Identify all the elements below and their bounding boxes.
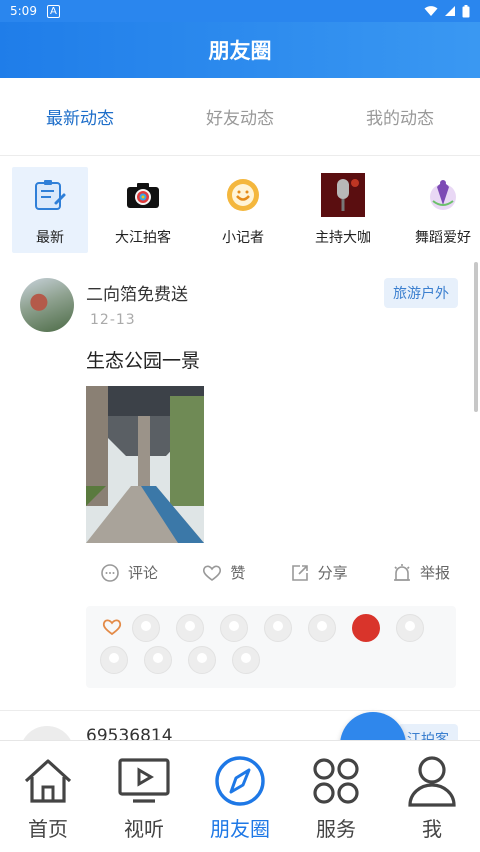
nav-moments[interactable]: 朋友圈 — [192, 741, 288, 852]
liker-avatar[interactable] — [308, 614, 336, 642]
tab-mine[interactable]: 我的动态 — [320, 78, 480, 155]
grid-icon — [308, 753, 364, 809]
app-bar: 朋友圈 — [0, 22, 480, 78]
post-author[interactable]: 二向箔免费送 — [86, 280, 188, 305]
category-dajiang-photographer[interactable]: 大江拍客 — [98, 167, 188, 253]
category-dance[interactable]: 舞蹈爱好 — [398, 167, 480, 253]
category-little-reporter[interactable]: 小记者 — [198, 167, 288, 253]
category-label: 主持大咖 — [315, 230, 371, 246]
signal-icon — [445, 6, 455, 16]
post-date: 12-13 — [90, 312, 136, 328]
smiley-badge-icon — [221, 173, 265, 217]
wifi-icon — [424, 6, 438, 16]
battery-icon — [462, 4, 470, 17]
liker-avatar[interactable] — [144, 646, 172, 674]
microphone-icon — [321, 173, 365, 217]
category-strip: 最新 大江拍客 小记者 主持大咖 舞蹈爱好 — [0, 157, 480, 261]
post-actions: 评论 赞 分享 举报 — [100, 562, 450, 583]
compass-icon — [212, 753, 268, 809]
status-icons — [424, 4, 470, 18]
category-host[interactable]: 主持大咖 — [298, 167, 388, 253]
bottom-nav: 首页 视听 朋友圈 服务 我 — [0, 740, 480, 852]
tab-friends[interactable]: 好友动态 — [160, 78, 320, 155]
like-button[interactable]: 赞 — [202, 562, 245, 583]
post-photo[interactable] — [86, 386, 204, 543]
nav-services[interactable]: 服务 — [288, 741, 384, 852]
post-tag[interactable]: 旅游户外 — [384, 278, 458, 308]
dancer-icon — [421, 173, 465, 217]
note-icon — [28, 173, 72, 217]
notification-icon: A — [46, 4, 60, 18]
share-button[interactable]: 分享 — [290, 562, 348, 583]
liker-avatar[interactable] — [264, 614, 292, 642]
liker-avatar[interactable] — [188, 646, 216, 674]
nav-video[interactable]: 视听 — [96, 741, 192, 852]
liker-avatar[interactable] — [132, 614, 160, 642]
nav-me[interactable]: 我 — [384, 741, 480, 852]
comment-label: 评论 — [128, 564, 159, 582]
avatar[interactable] — [20, 278, 74, 332]
nav-label: 我 — [422, 817, 442, 841]
feed-tabs: 最新动态 好友动态 我的动态 — [0, 78, 480, 156]
post-text: 生态公园一景 — [86, 350, 201, 372]
alarm-icon — [393, 563, 410, 581]
nav-home[interactable]: 首页 — [0, 741, 96, 852]
page-title: 朋友圈 — [208, 39, 272, 63]
report-button[interactable]: 举报 — [392, 562, 450, 583]
liker-avatar[interactable] — [396, 614, 424, 642]
person-icon — [404, 753, 460, 809]
nav-label: 首页 — [28, 817, 68, 841]
share-label: 分享 — [317, 564, 348, 582]
tv-play-icon — [116, 753, 172, 809]
category-latest[interactable]: 最新 — [12, 167, 88, 253]
category-label: 舞蹈爱好 — [415, 230, 471, 246]
like-label: 赞 — [230, 564, 246, 582]
liker-avatar[interactable] — [352, 614, 380, 642]
post-card: 二向箔免费送 12-13 旅游户外 生态公园一景 评论 赞 分享 举报 — [0, 262, 480, 708]
comment-icon — [101, 563, 119, 582]
status-time: 5:09 — [10, 4, 37, 18]
nav-label: 朋友圈 — [210, 817, 270, 841]
likes-list — [86, 606, 456, 688]
liker-avatar[interactable] — [232, 646, 260, 674]
liker-avatar[interactable] — [220, 614, 248, 642]
camera-icon — [121, 173, 165, 217]
post-divider — [0, 710, 480, 711]
nav-label: 服务 — [316, 817, 356, 841]
nav-label: 视听 — [124, 817, 164, 841]
liker-avatar[interactable] — [176, 614, 204, 642]
category-label: 最新 — [36, 230, 64, 246]
scrollbar[interactable] — [474, 262, 478, 412]
liker-avatar[interactable] — [100, 646, 128, 674]
home-icon — [20, 753, 76, 809]
heart-icon — [102, 619, 122, 636]
heart-icon — [203, 565, 222, 581]
category-label: 小记者 — [222, 230, 264, 246]
status-bar: 5:09 A — [0, 0, 480, 22]
tab-latest[interactable]: 最新动态 — [0, 78, 160, 155]
comment-button[interactable]: 评论 — [100, 562, 158, 583]
category-label: 大江拍客 — [115, 230, 171, 246]
share-icon — [291, 564, 308, 581]
report-label: 举报 — [419, 564, 450, 582]
